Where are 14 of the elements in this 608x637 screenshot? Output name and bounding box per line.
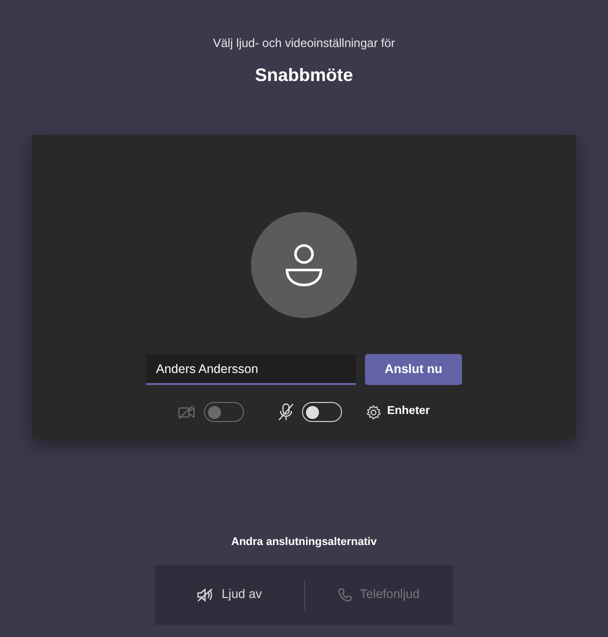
option-button[interactable]: Ljud av [155, 584, 304, 605]
microphone-off-icon [278, 403, 294, 421]
meeting-title: Snabbmöte [254, 64, 353, 87]
camera-off-icon [178, 405, 196, 419]
toggle-switch[interactable] [302, 402, 342, 422]
devices-button[interactable]: Enheter [366, 403, 430, 421]
name-field[interactable]: Anders Andersson [146, 354, 356, 385]
phone-icon [338, 588, 352, 602]
subtitle-text: Välj ljud- och videoinställningar för [212, 35, 396, 52]
speaker-off-icon [196, 588, 214, 602]
option-button: Telefonljud [304, 584, 453, 605]
section-title: Andra anslutningsalternativ [231, 535, 377, 550]
gear-icon [366, 404, 382, 420]
join-button[interactable]: Anslut nu [365, 354, 462, 385]
